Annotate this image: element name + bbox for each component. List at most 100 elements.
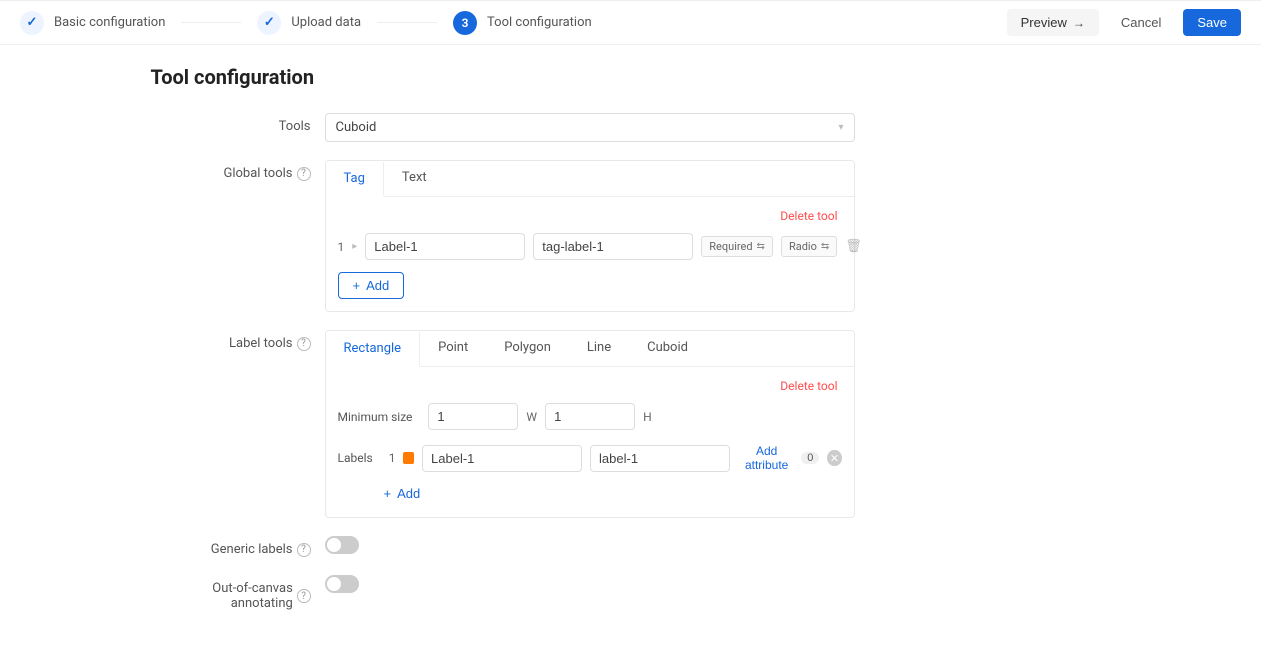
oocanvas-label: Out-of-canvas annotating ?: [151, 575, 325, 611]
step-tool-label: Tool configuration: [487, 15, 592, 30]
main-content: Tool configuration Tools Cuboid ▾ Global…: [131, 65, 1131, 611]
chevron-down-icon: ▾: [838, 122, 843, 133]
preview-button[interactable]: Preview →: [1007, 9, 1099, 36]
delete-label-tool[interactable]: Delete tool: [338, 379, 842, 393]
row-tools: Tools Cuboid ▾: [151, 113, 1111, 142]
page-title: Tool configuration: [151, 65, 1111, 89]
check-icon: ✓: [20, 11, 44, 35]
add-tag-button[interactable]: + Add: [338, 272, 405, 299]
step-connector: [181, 22, 241, 23]
save-button[interactable]: Save: [1183, 9, 1241, 36]
step-basic-label: Basic configuration: [54, 15, 165, 30]
delete-global-tool[interactable]: Delete tool: [338, 209, 842, 223]
add-label-label: Add: [397, 486, 420, 501]
swap-icon: ⇆: [757, 241, 765, 252]
oocanvas-toggle[interactable]: [325, 575, 359, 593]
preview-button-label: Preview: [1021, 15, 1067, 30]
arrow-right-icon: →: [1073, 16, 1085, 30]
tag-key-input[interactable]: [533, 233, 693, 260]
tools-select-value: Cuboid: [336, 120, 377, 135]
row-generic-labels: Generic labels ?: [151, 536, 1111, 557]
label-tools-label-text: Label tools: [229, 336, 292, 351]
labels-label: Labels: [338, 451, 373, 465]
row-global: Global tools ? Tag Text Delete tool 1 ▸: [151, 160, 1111, 312]
tools-control: Cuboid ▾: [325, 113, 1111, 142]
global-body: Delete tool 1 ▸ Required ⇆ Radio ⇆: [326, 197, 854, 311]
check-icon: ✓: [257, 11, 281, 35]
global-label: Global tools ?: [151, 160, 325, 181]
label-row-index: 1: [389, 451, 396, 465]
help-icon[interactable]: ?: [297, 337, 311, 351]
global-control: Tag Text Delete tool 1 ▸ Required ⇆: [325, 160, 1111, 312]
oocanvas-text: Out-of-canvas annotating: [151, 581, 293, 611]
label-tools-label: Label tools ?: [151, 330, 325, 351]
global-panel: Tag Text Delete tool 1 ▸ Required ⇆: [325, 160, 855, 312]
steps-container: ✓ Basic configuration ✓ Upload data 3 To…: [20, 11, 592, 35]
cancel-button[interactable]: Cancel: [1107, 9, 1175, 36]
tab-line[interactable]: Line: [569, 331, 629, 366]
row-oocanvas: Out-of-canvas annotating ?: [151, 575, 1111, 611]
generic-labels-text: Generic labels: [211, 542, 293, 557]
help-icon[interactable]: ?: [297, 167, 311, 181]
min-size-row: Minimum size W H: [338, 403, 842, 430]
step-upload-label: Upload data: [291, 15, 361, 30]
tools-label: Tools: [151, 113, 325, 134]
step-basic[interactable]: ✓ Basic configuration: [20, 11, 165, 35]
tools-label-text: Tools: [279, 119, 311, 134]
min-width-unit: W: [526, 410, 537, 424]
add-label-button[interactable]: + Add: [384, 482, 421, 505]
step-upload[interactable]: ✓ Upload data: [257, 11, 361, 35]
remove-label-icon[interactable]: ✕: [827, 450, 841, 466]
label-tools-control: Rectangle Point Polygon Line Cuboid Dele…: [325, 330, 1111, 518]
global-label-text: Global tools: [223, 166, 292, 181]
labels-row: Labels 1 Add attribute 0 ✕: [338, 444, 842, 472]
generic-labels-toggle[interactable]: [325, 536, 359, 554]
label-tabs: Rectangle Point Polygon Line Cuboid: [326, 331, 854, 367]
color-swatch[interactable]: [403, 452, 414, 464]
tab-tag[interactable]: Tag: [326, 162, 384, 197]
add-attribute-button[interactable]: Add attribute 0: [738, 444, 819, 472]
step-tool[interactable]: 3 Tool configuration: [453, 11, 592, 35]
step-current-badge: 3: [453, 11, 477, 35]
add-tag-label: Add: [366, 278, 389, 293]
tab-cuboid[interactable]: Cuboid: [629, 331, 706, 366]
row-label-tools: Label tools ? Rectangle Point Polygon Li…: [151, 330, 1111, 518]
step-actions: Preview → Cancel Save: [1007, 9, 1241, 36]
min-height-unit: H: [643, 410, 652, 424]
attr-count-badge: 0: [801, 452, 819, 464]
help-icon[interactable]: ?: [297, 543, 311, 557]
help-icon[interactable]: ?: [297, 589, 311, 603]
tab-polygon[interactable]: Polygon: [486, 331, 569, 366]
plus-icon: +: [384, 486, 392, 501]
swap-icon: ⇆: [821, 241, 829, 252]
label-name-input[interactable]: [422, 445, 582, 472]
add-attribute-label: Add attribute: [738, 444, 795, 472]
tab-point[interactable]: Point: [420, 331, 486, 366]
radio-chip-label: Radio: [789, 240, 817, 253]
step-bar: ✓ Basic configuration ✓ Upload data 3 To…: [0, 0, 1261, 45]
trash-icon[interactable]: 🗑: [845, 239, 862, 254]
plus-icon: +: [353, 278, 361, 293]
tab-rectangle[interactable]: Rectangle: [326, 332, 421, 367]
required-chip-label: Required: [709, 240, 752, 253]
required-chip[interactable]: Required ⇆: [701, 236, 773, 257]
tools-select[interactable]: Cuboid ▾: [325, 113, 855, 142]
label-key-input[interactable]: [590, 445, 730, 472]
caret-right-icon[interactable]: ▸: [352, 241, 357, 252]
global-tabs: Tag Text: [326, 161, 854, 197]
tag-name-input[interactable]: [365, 233, 525, 260]
label-body: Delete tool Minimum size W H Labels 1: [326, 367, 854, 517]
generic-labels-label: Generic labels ?: [151, 536, 325, 557]
generic-labels-control: [325, 536, 1111, 554]
add-label-row: + Add: [384, 482, 842, 505]
global-tag-row: 1 ▸ Required ⇆ Radio ⇆ 🗑: [338, 233, 842, 260]
min-width-input[interactable]: [428, 403, 518, 430]
radio-chip[interactable]: Radio ⇆: [781, 236, 837, 257]
min-height-input[interactable]: [545, 403, 635, 430]
oocanvas-control: [325, 575, 1111, 593]
tag-row-index: 1: [338, 240, 345, 254]
step-connector: [377, 22, 437, 23]
label-panel: Rectangle Point Polygon Line Cuboid Dele…: [325, 330, 855, 518]
tab-text[interactable]: Text: [384, 161, 445, 196]
min-size-label: Minimum size: [338, 410, 413, 424]
